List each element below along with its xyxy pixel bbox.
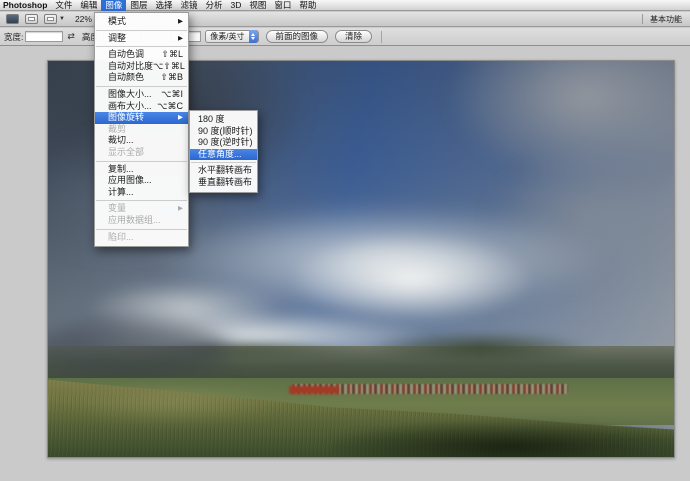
shortcut-label: ⇧⌘B	[160, 72, 183, 84]
stepper-icon	[249, 30, 258, 43]
options-bar-divider	[381, 31, 382, 43]
menu-3d[interactable]: 3D	[227, 0, 246, 11]
menu-file[interactable]: 文件	[51, 0, 76, 11]
menu-item-reveal-all: 显示全部	[95, 147, 188, 159]
submenu-item-flip-vertical[interactable]: 垂直翻转画布	[190, 177, 257, 189]
front-image-button[interactable]: 前面的图像	[266, 30, 329, 43]
menu-help[interactable]: 帮助	[295, 0, 320, 11]
hill-right	[374, 332, 587, 364]
resolution-unit-value: 像素/英寸	[210, 31, 244, 42]
image-menu-dropdown: 模式 ▶ 调整 ▶ 自动色调 ⇧⌘L 自动对比度 ⌥⇧⌘L 自动颜色 ⇧⌘B 图…	[94, 12, 189, 247]
shortcut-label: ⌥⇧⌘L	[153, 61, 185, 73]
shortcut-label: ⌥⌘C	[157, 101, 183, 113]
menu-separator	[96, 30, 187, 31]
app-bar-divider	[642, 14, 643, 24]
menu-analysis[interactable]: 分析	[201, 0, 226, 11]
menu-item-canvas-size[interactable]: 画布大小... ⌥⌘C	[95, 101, 188, 113]
stepper-down-arrow-icon	[251, 37, 255, 40]
menu-item-variables: 变量 ▶	[95, 203, 188, 215]
arrange-documents-glyph	[47, 17, 54, 21]
width-label: 宽度:	[4, 31, 23, 43]
menu-filter[interactable]: 滤镜	[176, 0, 201, 11]
menu-edit[interactable]: 编辑	[76, 0, 101, 11]
submenu-item-arbitrary[interactable]: 任意角度...	[190, 149, 257, 161]
submenu-arrow-icon: ▶	[178, 16, 183, 28]
workspace-switcher[interactable]: 基本功能	[650, 14, 682, 25]
image-rotation-submenu: 180 度 90 度(顺时针) 90 度(逆时针) 任意角度... 水平翻转画布…	[189, 110, 258, 193]
menu-view[interactable]: 视图	[245, 0, 270, 11]
menu-separator	[96, 86, 187, 87]
app-menu-photoshop[interactable]: Photoshop	[0, 0, 51, 10]
menu-item-auto-contrast[interactable]: 自动对比度 ⌥⇧⌘L	[95, 61, 188, 73]
shortcut-label: ⌥⌘I	[161, 89, 183, 101]
submenu-arrow-icon: ▶	[178, 112, 183, 124]
menu-item-crop: 裁剪	[95, 124, 188, 136]
menu-item-auto-color[interactable]: 自动颜色 ⇧⌘B	[95, 72, 188, 84]
menu-select[interactable]: 选择	[151, 0, 176, 11]
menu-item-image-size[interactable]: 图像大小... ⌥⌘I	[95, 89, 188, 101]
menu-separator	[96, 161, 187, 162]
menu-image[interactable]: 图像	[101, 0, 126, 11]
swap-dimensions-icon[interactable]: ⇄	[67, 31, 75, 42]
ps-logo-icon[interactable]	[6, 14, 19, 24]
grass-highlight	[61, 386, 286, 422]
resolution-unit-dropdown[interactable]: 像素/英寸	[205, 30, 258, 43]
menu-item-image-rotation[interactable]: 图像旋转 ▶	[95, 112, 188, 124]
width-input[interactable]	[25, 31, 63, 42]
zoom-level-value: 22%	[75, 14, 92, 24]
menu-item-apply-data-set: 应用数据组...	[95, 215, 188, 227]
village-red-roofs	[289, 386, 339, 394]
menu-separator	[96, 46, 187, 47]
menu-separator	[96, 200, 187, 201]
menu-item-apply-image[interactable]: 应用图像...	[95, 175, 188, 187]
menu-item-mode[interactable]: 模式 ▶	[95, 16, 188, 28]
submenu-item-90-cw[interactable]: 90 度(顺时针)	[190, 126, 257, 138]
menu-item-trap: 陷印...	[95, 232, 188, 244]
shortcut-label: ⇧⌘L	[161, 49, 183, 61]
submenu-arrow-icon: ▶	[178, 33, 183, 45]
menu-item-calculations[interactable]: 计算...	[95, 187, 188, 199]
menu-separator	[96, 229, 187, 230]
submenu-arrow-icon: ▶	[178, 203, 183, 215]
menu-item-adjustments[interactable]: 调整 ▶	[95, 33, 188, 45]
menu-item-duplicate[interactable]: 复制...	[95, 164, 188, 176]
menu-window[interactable]: 窗口	[270, 0, 295, 11]
menu-item-auto-tone[interactable]: 自动色调 ⇧⌘L	[95, 49, 188, 61]
submenu-item-180[interactable]: 180 度	[190, 114, 257, 126]
arrange-dropdown-arrow-icon[interactable]: ▼	[59, 16, 65, 22]
arrange-documents-icon[interactable]	[44, 14, 57, 24]
menu-item-trim[interactable]: 裁切...	[95, 135, 188, 147]
clear-button[interactable]: 清除	[335, 30, 372, 43]
stepper-up-arrow-icon	[251, 33, 255, 36]
submenu-item-90-ccw[interactable]: 90 度(逆时针)	[190, 137, 257, 149]
menu-bar: Photoshop 文件 编辑 图像 图层 选择 滤镜 分析 3D 视图 窗口 …	[0, 0, 690, 11]
submenu-item-flip-horizontal[interactable]: 水平翻转画布	[190, 165, 257, 177]
menu-separator	[191, 162, 256, 163]
menu-layer[interactable]: 图层	[126, 0, 151, 11]
bridge-icon-glyph	[28, 17, 35, 21]
bridge-icon[interactable]	[25, 14, 38, 24]
